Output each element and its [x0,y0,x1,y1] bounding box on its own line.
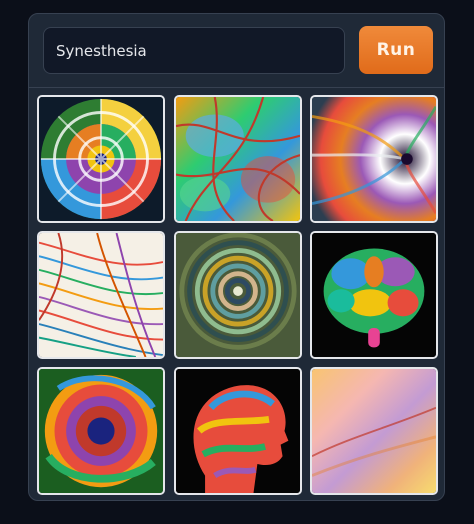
gallery-image-6[interactable] [310,231,438,359]
run-button[interactable]: Run [359,26,433,74]
gallery-image-2[interactable] [174,95,302,223]
prompt-bar: Run [29,14,444,88]
swirl-mosaic-icon [39,97,163,221]
spiral-ring-icon [39,369,163,493]
gallery-image-8[interactable] [174,367,302,495]
gallery-image-3[interactable] [310,95,438,223]
gallery-image-7[interactable] [37,367,165,495]
gradient-wave-icon [312,369,436,493]
gallery-image-5[interactable] [174,231,302,359]
image-gallery [37,95,439,495]
gallery-image-9[interactable] [310,367,438,495]
neon-brain-icon [312,233,436,357]
head-profile-icon [176,369,300,493]
web-lines-icon [176,97,300,221]
flowing-lines-icon [39,233,163,357]
gallery-image-4[interactable] [37,231,165,359]
generation-panel: Run [28,13,445,501]
prompt-input[interactable] [43,27,345,74]
gallery-image-1[interactable] [37,95,165,223]
concentric-rings-icon [176,233,300,357]
vortex-tunnel-icon [312,97,436,221]
